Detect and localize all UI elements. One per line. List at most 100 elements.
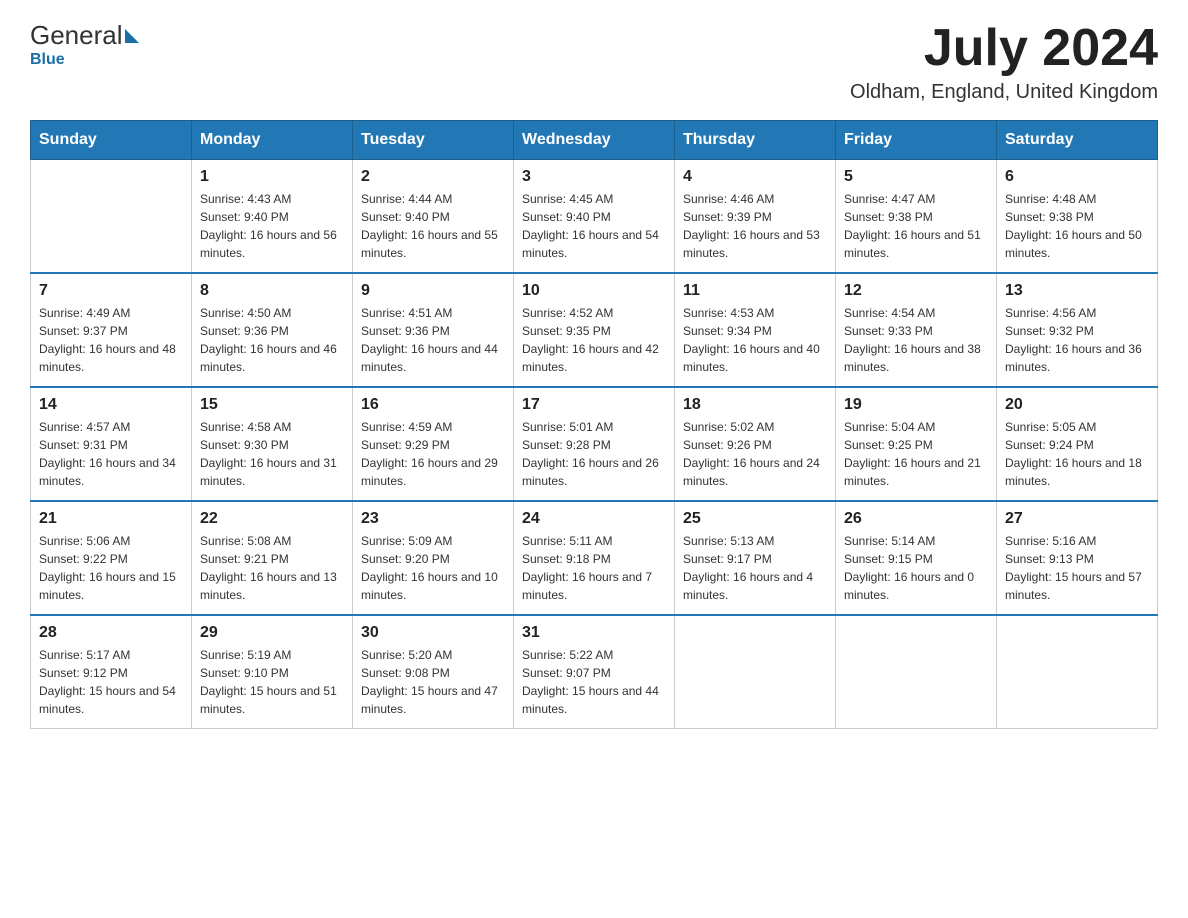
day-info: Sunrise: 5:09 AMSunset: 9:20 PMDaylight:… — [361, 532, 505, 604]
day-number: 9 — [361, 282, 505, 300]
day-number: 2 — [361, 168, 505, 186]
calendar-cell: 18Sunrise: 5:02 AMSunset: 9:26 PMDayligh… — [675, 387, 836, 501]
calendar-cell — [836, 615, 997, 729]
calendar-cell: 7 Sunrise: 4:49 AMSunset: 9:37 PMDaylight… — [31, 273, 192, 387]
day-number: 13 — [1005, 282, 1149, 300]
calendar-cell: 5 Sunrise: 4:47 AMSunset: 9:38 PMDaylight… — [836, 160, 997, 274]
day-number: 27 — [1005, 510, 1149, 528]
calendar-week-row: 28 Sunrise: 5:17 AMSunset: 9:12 PMDayligh… — [31, 615, 1158, 729]
day-info: Sunrise: 4:58 AMSunset: 9:30 PMDaylight:… — [200, 418, 344, 490]
calendar-cell: 20 Sunrise: 5:05 AMSunset: 9:24 PMDayligh… — [997, 387, 1158, 501]
calendar-week-row: 1Sunrise: 4:43 AMSunset: 9:40 PMDaylight… — [31, 160, 1158, 274]
month-title: July 2024 — [850, 20, 1158, 77]
calendar-cell: 12 Sunrise: 4:54 AMSunset: 9:33 PMDayligh… — [836, 273, 997, 387]
day-info: Sunrise: 5:17 AMSunset: 9:12 PMDaylight:… — [39, 646, 183, 718]
day-info: Sunrise: 5:11 AMSunset: 9:18 PMDaylight:… — [522, 532, 666, 604]
calendar-cell: 6Sunrise: 4:48 AMSunset: 9:38 PMDaylight… — [997, 160, 1158, 274]
calendar-cell: 13 Sunrise: 4:56 AMSunset: 9:32 PMDayligh… — [997, 273, 1158, 387]
day-number: 6 — [1005, 168, 1149, 186]
day-number: 26 — [844, 510, 988, 528]
day-info: Sunrise: 4:49 AMSunset: 9:37 PMDaylight:… — [39, 304, 183, 376]
day-info: Sunrise: 4:44 AMSunset: 9:40 PMDaylight:… — [361, 190, 505, 262]
calendar-cell: 22Sunrise: 5:08 AMSunset: 9:21 PMDayligh… — [192, 501, 353, 615]
calendar-cell: 9 Sunrise: 4:51 AMSunset: 9:36 PMDaylight… — [353, 273, 514, 387]
calendar-cell: 28 Sunrise: 5:17 AMSunset: 9:12 PMDayligh… — [31, 615, 192, 729]
day-number: 28 — [39, 624, 183, 642]
day-number: 10 — [522, 282, 666, 300]
logo-general-text: General — [30, 20, 123, 51]
calendar-cell: 11 Sunrise: 4:53 AMSunset: 9:34 PMDayligh… — [675, 273, 836, 387]
calendar-header: SundayMondayTuesdayWednesdayThursdayFrid… — [31, 121, 1158, 160]
calendar-cell: 16 Sunrise: 4:59 AMSunset: 9:29 PMDayligh… — [353, 387, 514, 501]
day-number: 17 — [522, 396, 666, 414]
day-info: Sunrise: 5:04 AMSunset: 9:25 PMDaylight:… — [844, 418, 988, 490]
calendar-cell — [31, 160, 192, 274]
day-number: 23 — [361, 510, 505, 528]
column-header-wednesday: Wednesday — [514, 121, 675, 160]
day-info: Sunrise: 5:20 AMSunset: 9:08 PMDaylight:… — [361, 646, 505, 718]
day-number: 18 — [683, 396, 827, 414]
calendar-week-row: 21Sunrise: 5:06 AMSunset: 9:22 PMDayligh… — [31, 501, 1158, 615]
calendar-cell: 8Sunrise: 4:50 AMSunset: 9:36 PMDaylight… — [192, 273, 353, 387]
day-number: 22 — [200, 510, 344, 528]
day-number: 8 — [200, 282, 344, 300]
calendar-cell: 23 Sunrise: 5:09 AMSunset: 9:20 PMDayligh… — [353, 501, 514, 615]
calendar-cell: 14 Sunrise: 4:57 AMSunset: 9:31 PMDayligh… — [31, 387, 192, 501]
day-number: 4 — [683, 168, 827, 186]
day-info: Sunrise: 4:54 AMSunset: 9:33 PMDaylight:… — [844, 304, 988, 376]
day-number: 25 — [683, 510, 827, 528]
day-info: Sunrise: 5:16 AMSunset: 9:13 PMDaylight:… — [1005, 532, 1149, 604]
calendar-cell: 31Sunrise: 5:22 AMSunset: 9:07 PMDayligh… — [514, 615, 675, 729]
day-number: 7 — [39, 282, 183, 300]
day-info: Sunrise: 5:06 AMSunset: 9:22 PMDaylight:… — [39, 532, 183, 604]
day-number: 1 — [200, 168, 344, 186]
column-header-saturday: Saturday — [997, 121, 1158, 160]
logo: General Blue — [30, 20, 139, 69]
calendar-cell: 2 Sunrise: 4:44 AMSunset: 9:40 PMDaylight… — [353, 160, 514, 274]
calendar-week-row: 14 Sunrise: 4:57 AMSunset: 9:31 PMDayligh… — [31, 387, 1158, 501]
calendar-cell: 17 Sunrise: 5:01 AMSunset: 9:28 PMDayligh… — [514, 387, 675, 501]
day-info: Sunrise: 4:59 AMSunset: 9:29 PMDaylight:… — [361, 418, 505, 490]
calendar-cell: 4 Sunrise: 4:46 AMSunset: 9:39 PMDaylight… — [675, 160, 836, 274]
page-header: General Blue July 2024 Oldham, England, … — [30, 20, 1158, 104]
calendar-cell: 3Sunrise: 4:45 AMSunset: 9:40 PMDaylight… — [514, 160, 675, 274]
day-number: 5 — [844, 168, 988, 186]
column-header-thursday: Thursday — [675, 121, 836, 160]
day-info: Sunrise: 5:01 AMSunset: 9:28 PMDaylight:… — [522, 418, 666, 490]
day-info: Sunrise: 5:05 AMSunset: 9:24 PMDaylight:… — [1005, 418, 1149, 490]
day-number: 11 — [683, 282, 827, 300]
calendar-week-row: 7 Sunrise: 4:49 AMSunset: 9:37 PMDaylight… — [31, 273, 1158, 387]
title-block: July 2024 Oldham, England, United Kingdo… — [850, 20, 1158, 104]
day-info: Sunrise: 4:46 AMSunset: 9:39 PMDaylight:… — [683, 190, 827, 262]
calendar-cell: 1Sunrise: 4:43 AMSunset: 9:40 PMDaylight… — [192, 160, 353, 274]
column-header-sunday: Sunday — [31, 121, 192, 160]
calendar-cell: 27 Sunrise: 5:16 AMSunset: 9:13 PMDayligh… — [997, 501, 1158, 615]
day-info: Sunrise: 5:19 AMSunset: 9:10 PMDaylight:… — [200, 646, 344, 718]
calendar-body: 1Sunrise: 4:43 AMSunset: 9:40 PMDaylight… — [31, 160, 1158, 729]
calendar-cell: 21Sunrise: 5:06 AMSunset: 9:22 PMDayligh… — [31, 501, 192, 615]
day-number: 24 — [522, 510, 666, 528]
day-info: Sunrise: 4:47 AMSunset: 9:38 PMDaylight:… — [844, 190, 988, 262]
day-number: 29 — [200, 624, 344, 642]
day-info: Sunrise: 4:56 AMSunset: 9:32 PMDaylight:… — [1005, 304, 1149, 376]
calendar-cell: 15Sunrise: 4:58 AMSunset: 9:30 PMDayligh… — [192, 387, 353, 501]
day-info: Sunrise: 4:57 AMSunset: 9:31 PMDaylight:… — [39, 418, 183, 490]
day-number: 12 — [844, 282, 988, 300]
calendar-cell: 10Sunrise: 4:52 AMSunset: 9:35 PMDayligh… — [514, 273, 675, 387]
day-info: Sunrise: 4:53 AMSunset: 9:34 PMDaylight:… — [683, 304, 827, 376]
column-header-friday: Friday — [836, 121, 997, 160]
logo-blue-text: Blue — [30, 51, 65, 69]
day-number: 20 — [1005, 396, 1149, 414]
day-info: Sunrise: 5:14 AMSunset: 9:15 PMDaylight:… — [844, 532, 988, 604]
calendar-cell: 25Sunrise: 5:13 AMSunset: 9:17 PMDayligh… — [675, 501, 836, 615]
day-number: 30 — [361, 624, 505, 642]
day-info: Sunrise: 4:51 AMSunset: 9:36 PMDaylight:… — [361, 304, 505, 376]
day-number: 16 — [361, 396, 505, 414]
header-row: SundayMondayTuesdayWednesdayThursdayFrid… — [31, 121, 1158, 160]
day-info: Sunrise: 5:22 AMSunset: 9:07 PMDaylight:… — [522, 646, 666, 718]
day-number: 19 — [844, 396, 988, 414]
calendar-cell — [675, 615, 836, 729]
logo-arrow-icon — [125, 29, 139, 43]
calendar-cell: 29 Sunrise: 5:19 AMSunset: 9:10 PMDayligh… — [192, 615, 353, 729]
day-number: 14 — [39, 396, 183, 414]
